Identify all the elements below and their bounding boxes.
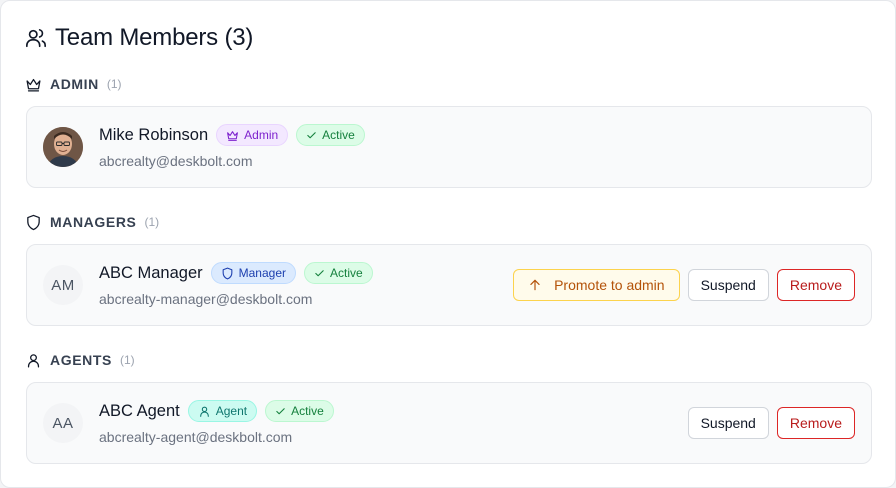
section-title-agents: AGENTS <box>50 352 112 368</box>
status-badge: Active <box>296 124 365 146</box>
remove-button[interactable]: Remove <box>776 269 855 301</box>
team-members-header: Team Members (3) <box>25 23 253 53</box>
member-email: abcrealty@deskbolt.com <box>99 153 253 169</box>
status-badge: Active <box>304 262 373 284</box>
member-name-row: ABC Agent Agent Active <box>99 400 342 422</box>
member-name-row: Mike Robinson Admin Active <box>99 124 373 146</box>
role-badge-admin: Admin <box>216 124 289 146</box>
member-actions: Promote to admin Suspend Remove <box>505 269 855 301</box>
status-badge-label: Active <box>322 128 355 142</box>
member-email: abcrealty-agent@deskbolt.com <box>99 429 293 445</box>
section-label-admin: ADMIN (1) <box>25 74 122 94</box>
team-members-card: Team Members (3) ADMIN (1) Mike Robinson <box>0 0 896 488</box>
avatar-photo-icon <box>43 127 83 167</box>
section-label-agents: AGENTS (1) <box>25 350 135 370</box>
page-title: Team Members (3) <box>55 24 254 51</box>
role-badge-agent: Agent <box>187 400 258 422</box>
member-row-agent: AA ABC Agent Agent Active abcrealty-agen… <box>26 382 872 464</box>
section-title-admin: ADMIN <box>50 76 99 92</box>
promote-to-admin-button[interactable]: Promote to admin <box>513 269 680 301</box>
member-row-manager: AM ABC Manager Manager Active abcrealty-… <box>26 244 872 326</box>
avatar: AM <box>43 265 83 305</box>
arrow-up-icon <box>530 279 540 291</box>
check-icon <box>276 407 285 414</box>
role-badge-label: Manager <box>238 266 287 280</box>
check-icon <box>315 269 324 276</box>
member-name: ABC Agent <box>99 401 180 420</box>
shield-icon <box>27 214 40 230</box>
member-email: abcrealty-manager@deskbolt.com <box>99 291 313 307</box>
member-actions: Suspend Remove <box>680 407 855 439</box>
section-count-agents: (1) <box>119 353 135 367</box>
status-badge-label: Active <box>330 266 363 280</box>
suspend-button[interactable]: Suspend <box>687 269 769 301</box>
remove-button[interactable]: Remove <box>776 407 855 439</box>
section-count-managers: (1) <box>144 215 160 229</box>
crown-icon <box>26 78 41 92</box>
section-count-admin: (1) <box>106 77 122 91</box>
section-label-managers: MANAGERS (1) <box>25 212 159 232</box>
avatar <box>43 127 83 167</box>
member-name: ABC Manager <box>99 263 203 282</box>
member-name-row: ABC Manager Manager Active <box>99 262 381 284</box>
user-icon <box>27 353 40 368</box>
role-badge-label: Agent <box>215 404 248 418</box>
user-icon <box>199 406 209 417</box>
promote-button-label: Promote to admin <box>554 277 665 293</box>
shield-icon <box>222 267 233 279</box>
role-badge-manager: Manager <box>210 262 297 284</box>
section-title-managers: MANAGERS <box>50 214 137 230</box>
member-row-admin: Mike Robinson Admin Active abcrealty@des… <box>26 106 872 188</box>
crown-icon <box>227 130 239 141</box>
check-icon <box>307 131 316 138</box>
avatar: AA <box>43 403 83 443</box>
status-badge-label: Active <box>291 404 324 418</box>
status-badge: Active <box>265 400 334 422</box>
suspend-button[interactable]: Suspend <box>687 407 769 439</box>
member-name: Mike Robinson <box>99 125 209 144</box>
users-icon <box>26 29 46 48</box>
role-badge-label: Admin <box>244 128 279 142</box>
